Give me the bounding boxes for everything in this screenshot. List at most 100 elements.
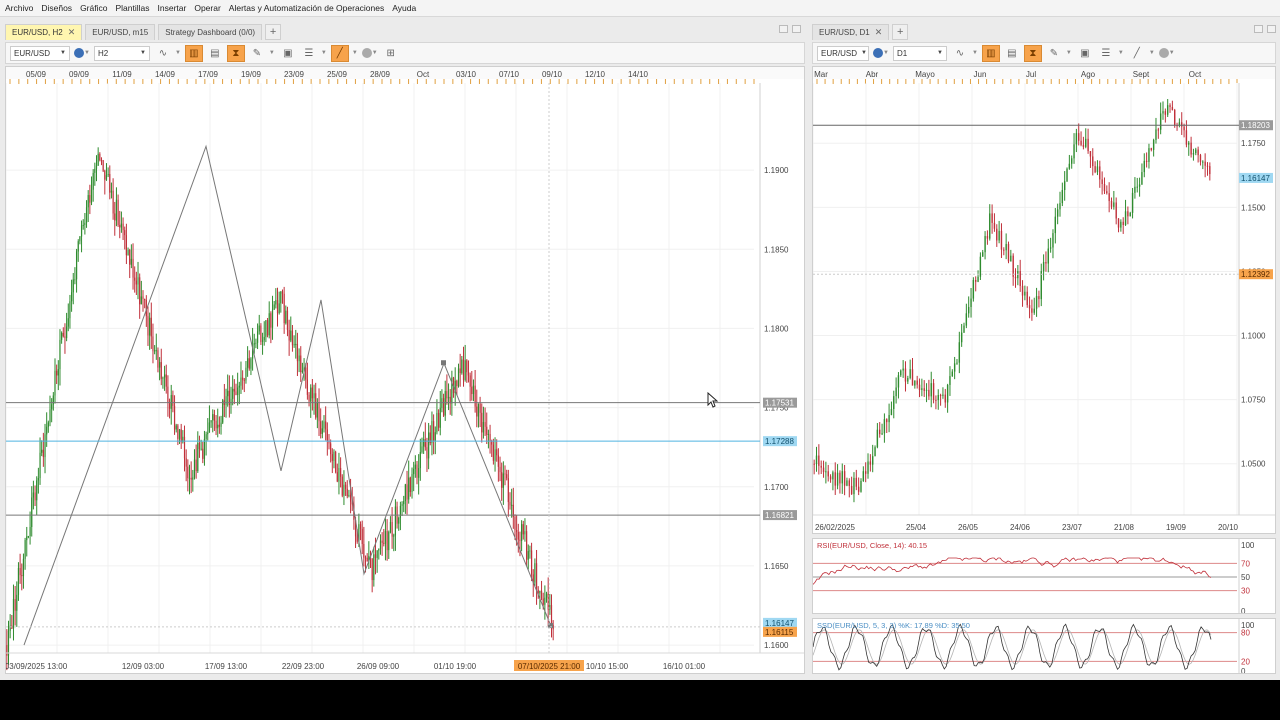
chevron-down-icon[interactable]: ▼ [269, 50, 275, 56]
maximize-icon[interactable] [1267, 25, 1276, 33]
candle-body [1164, 111, 1167, 115]
candle-body [243, 379, 245, 381]
list-icon[interactable]: ☰ [300, 45, 318, 62]
candle-body [74, 279, 76, 281]
chevron-down-icon[interactable]: ▼ [84, 50, 90, 56]
symbol-select[interactable]: EUR/USD ▼ [10, 45, 70, 61]
left-price-chart[interactable]: 05/09 09/09 11/09 14/09 17/09 19/09 23/09 25/09… [5, 66, 805, 674]
candle-body [235, 391, 237, 396]
timeframe-select[interactable]: H2 ▼ [93, 45, 150, 61]
chevron-down-icon[interactable]: ▼ [1118, 50, 1124, 56]
candle-body [165, 374, 167, 387]
right-chart-svg[interactable]: Mar Abr Mayo Jun Jul Ago Sept Oct 1.1750 1.1500 1.… [813, 67, 1276, 534]
add-tab-button[interactable]: + [265, 24, 282, 40]
candle-body [172, 395, 174, 406]
candle-body [1127, 211, 1129, 217]
chevron-down-icon[interactable]: ▼ [372, 50, 378, 56]
candle-body [72, 279, 74, 293]
bars-icon[interactable]: ▤ [1003, 45, 1021, 62]
chevron-down-icon[interactable]: ▼ [1066, 50, 1072, 56]
tab-eurusd-m15[interactable]: EUR/USD, m15 [85, 24, 156, 40]
menu-archivo[interactable]: Archivo [5, 3, 33, 13]
candle-body [1028, 305, 1031, 309]
chevron-down-icon[interactable]: ▼ [883, 50, 889, 56]
line-tool-icon[interactable]: ╱ [330, 44, 349, 62]
candle-body [97, 153, 99, 166]
candle-body [822, 467, 825, 473]
hourglass-icon[interactable]: ⧗ [226, 44, 245, 62]
hourglass-icon[interactable]: ⧗ [1023, 44, 1042, 62]
add-tab-button[interactable]: + [892, 24, 909, 40]
candle-body [185, 458, 187, 467]
restore-icon[interactable] [1254, 25, 1263, 33]
menu-plantillas[interactable]: Plantillas [115, 3, 149, 13]
candles-icon[interactable]: ▥ [981, 44, 1000, 62]
candle-body [843, 471, 846, 486]
pencil-icon[interactable]: ✎ [248, 45, 266, 62]
candle-body [1206, 165, 1209, 167]
candles-icon[interactable]: ▥ [184, 44, 203, 62]
tab-strategy-dashboard[interactable]: Strategy Dashboard (0/0) [158, 24, 263, 40]
menu-alertas[interactable]: Alertas y Automatización de Operaciones [229, 3, 384, 13]
chart-type-icon[interactable]: ∿ [951, 45, 969, 62]
chevron-down-icon[interactable]: ▼ [1169, 50, 1175, 56]
left-chart-svg[interactable]: 05/09 09/09 11/09 14/09 17/09 19/09 23/09 25/09… [6, 67, 805, 674]
candle-body [315, 393, 317, 418]
rsi-panel[interactable]: 100 70 50 30 0 RSI(EUR/USD, Close, 14): 40.1… [812, 538, 1276, 614]
color-dot-icon[interactable] [361, 48, 372, 58]
bars-icon[interactable]: ▤ [206, 45, 224, 62]
top-date-label: 09/09 [69, 70, 90, 79]
chevron-down-icon[interactable]: ▼ [175, 50, 181, 56]
chevron-down-icon[interactable]: ▼ [1149, 50, 1155, 56]
top-month-label: Mayo [915, 70, 935, 79]
candle-body [487, 433, 490, 435]
candle-body [1145, 160, 1148, 162]
candle-body [1159, 113, 1162, 130]
chevron-down-icon[interactable]: ▼ [352, 50, 358, 56]
template-icon[interactable]: ▣ [279, 45, 297, 62]
candle-body [545, 593, 548, 598]
chart-type-icon[interactable]: ∿ [154, 45, 172, 62]
globe-icon[interactable] [74, 48, 84, 58]
maximize-icon[interactable] [792, 25, 801, 33]
color-dot-icon[interactable] [1158, 48, 1169, 58]
snap-icon[interactable]: ⊞ [382, 45, 400, 62]
close-icon[interactable]: ✕ [875, 27, 883, 38]
candle-body [1190, 142, 1192, 155]
candle-body [857, 486, 860, 492]
template-icon[interactable]: ▣ [1076, 45, 1094, 62]
chevron-down-icon[interactable]: ▼ [321, 50, 327, 56]
candle-body [310, 387, 312, 402]
zigzag-handle [441, 360, 446, 366]
tab-eurusd-d1[interactable]: EUR/USD, D1 ✕ [812, 24, 890, 40]
pencil-icon[interactable]: ✎ [1045, 45, 1063, 62]
stochastic-panel[interactable]: 100 80 20 0 SSD(EUR/USD, 5, 3, 3) %K: 17.89… [812, 618, 1276, 674]
candle-body [142, 296, 144, 300]
candle-body [80, 225, 83, 237]
menu-operar[interactable]: Operar [194, 3, 220, 13]
timeframe-select[interactable]: D1 ▼ [892, 45, 947, 61]
candle-body [1038, 296, 1040, 300]
candle-body [535, 563, 538, 590]
line-tool-icon[interactable]: ╱ [1128, 45, 1146, 62]
tab-eurusd-h2[interactable]: EUR/USD, H2 ✕ [5, 24, 83, 40]
right-price-chart[interactable]: Mar Abr Mayo Jun Jul Ago Sept Oct 1.1750 1.1500 1.… [812, 66, 1276, 534]
symbol-select[interactable]: EUR/USD ▼ [817, 45, 869, 61]
close-icon[interactable]: ✕ [68, 27, 76, 38]
chevron-down-icon[interactable]: ▼ [972, 50, 978, 56]
restore-icon[interactable] [779, 25, 788, 33]
candle-body [232, 388, 234, 399]
list-icon[interactable]: ☰ [1097, 45, 1115, 62]
candle-body [457, 368, 460, 387]
candle-body [461, 359, 463, 374]
menu-disenos[interactable]: Diseños [41, 3, 72, 13]
candle-body [914, 380, 916, 386]
candle-body [250, 358, 252, 369]
menu-ayuda[interactable]: Ayuda [392, 3, 416, 13]
menu-insertar[interactable]: Insertar [158, 3, 187, 13]
candle-body [173, 405, 176, 430]
globe-icon[interactable] [873, 48, 883, 58]
candle-body [283, 293, 285, 324]
menu-grafico[interactable]: Gráfico [80, 3, 107, 13]
top-date-label: 14/09 [155, 70, 176, 79]
